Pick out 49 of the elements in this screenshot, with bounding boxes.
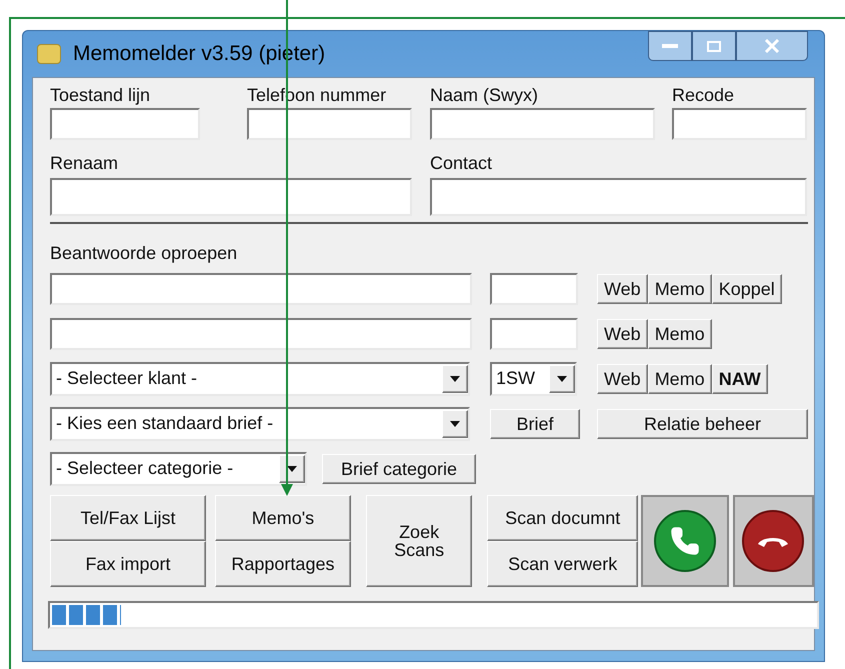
input-field[interactable] bbox=[50, 178, 412, 216]
caret-icon bbox=[442, 364, 468, 392]
toolbar-button[interactable]: NAW bbox=[712, 364, 768, 394]
input-field[interactable] bbox=[490, 318, 578, 350]
action-button[interactable]: Memo's bbox=[214, 495, 351, 541]
input-field[interactable] bbox=[247, 108, 412, 140]
caret-icon bbox=[279, 454, 305, 482]
field-label: Renaam bbox=[50, 152, 120, 175]
toolbar-button[interactable]: Memo bbox=[648, 318, 712, 348]
action-button[interactable]: Rapportages bbox=[214, 541, 351, 587]
dropdown[interactable]: - Selecteer categorie - bbox=[50, 452, 307, 486]
toolbar-button[interactable]: Web bbox=[597, 364, 648, 394]
letter-button[interactable]: Brief bbox=[490, 408, 580, 438]
category-button[interactable]: Brief categorie bbox=[322, 454, 476, 484]
close-button[interactable] bbox=[736, 31, 808, 61]
field-label: Contact bbox=[430, 152, 494, 175]
search-scans-button[interactable]: Zoek Scans bbox=[366, 495, 472, 587]
dropdown[interactable]: 1SW bbox=[490, 362, 577, 396]
relation-button[interactable]: Relatie beheer bbox=[597, 408, 808, 438]
input-field[interactable] bbox=[672, 108, 807, 140]
toolbar-button[interactable]: Memo bbox=[648, 364, 712, 394]
caret-icon bbox=[442, 410, 468, 438]
section-label: Beantwoorde oproepen bbox=[50, 242, 238, 265]
maximize-button[interactable] bbox=[692, 31, 736, 61]
field-label: Toestand lijn bbox=[50, 84, 152, 107]
caret-icon bbox=[549, 364, 575, 392]
toolbar-button[interactable]: Memo bbox=[648, 274, 712, 304]
toolbar-button[interactable]: Web bbox=[597, 274, 648, 304]
hang-up-button[interactable] bbox=[732, 495, 814, 587]
dropdown[interactable]: - Selecteer klant - bbox=[50, 362, 470, 396]
close-icon bbox=[764, 39, 780, 53]
input-field[interactable] bbox=[430, 178, 807, 216]
action-button[interactable]: Scan verwerk bbox=[487, 541, 638, 587]
toolbar-button[interactable]: Web bbox=[597, 318, 648, 348]
input-field[interactable] bbox=[50, 108, 200, 140]
dropdown[interactable]: - Kies een standaard brief - bbox=[50, 406, 470, 440]
input-field[interactable] bbox=[490, 272, 578, 304]
field-label: Naam (Swyx) bbox=[430, 84, 540, 107]
action-button[interactable]: Scan documnt bbox=[487, 495, 638, 541]
input-field[interactable] bbox=[430, 108, 655, 140]
toolbar-button[interactable]: Koppel bbox=[712, 274, 782, 304]
answer-call-button[interactable] bbox=[641, 495, 729, 587]
minimize-button[interactable] bbox=[648, 31, 692, 61]
action-button[interactable]: Tel/Fax Lijst bbox=[50, 495, 206, 541]
app-icon bbox=[37, 44, 61, 64]
field-label: Recode bbox=[672, 84, 736, 107]
input-field[interactable] bbox=[50, 272, 472, 304]
input-field[interactable] bbox=[50, 318, 472, 350]
action-button[interactable]: Fax import bbox=[50, 541, 206, 587]
